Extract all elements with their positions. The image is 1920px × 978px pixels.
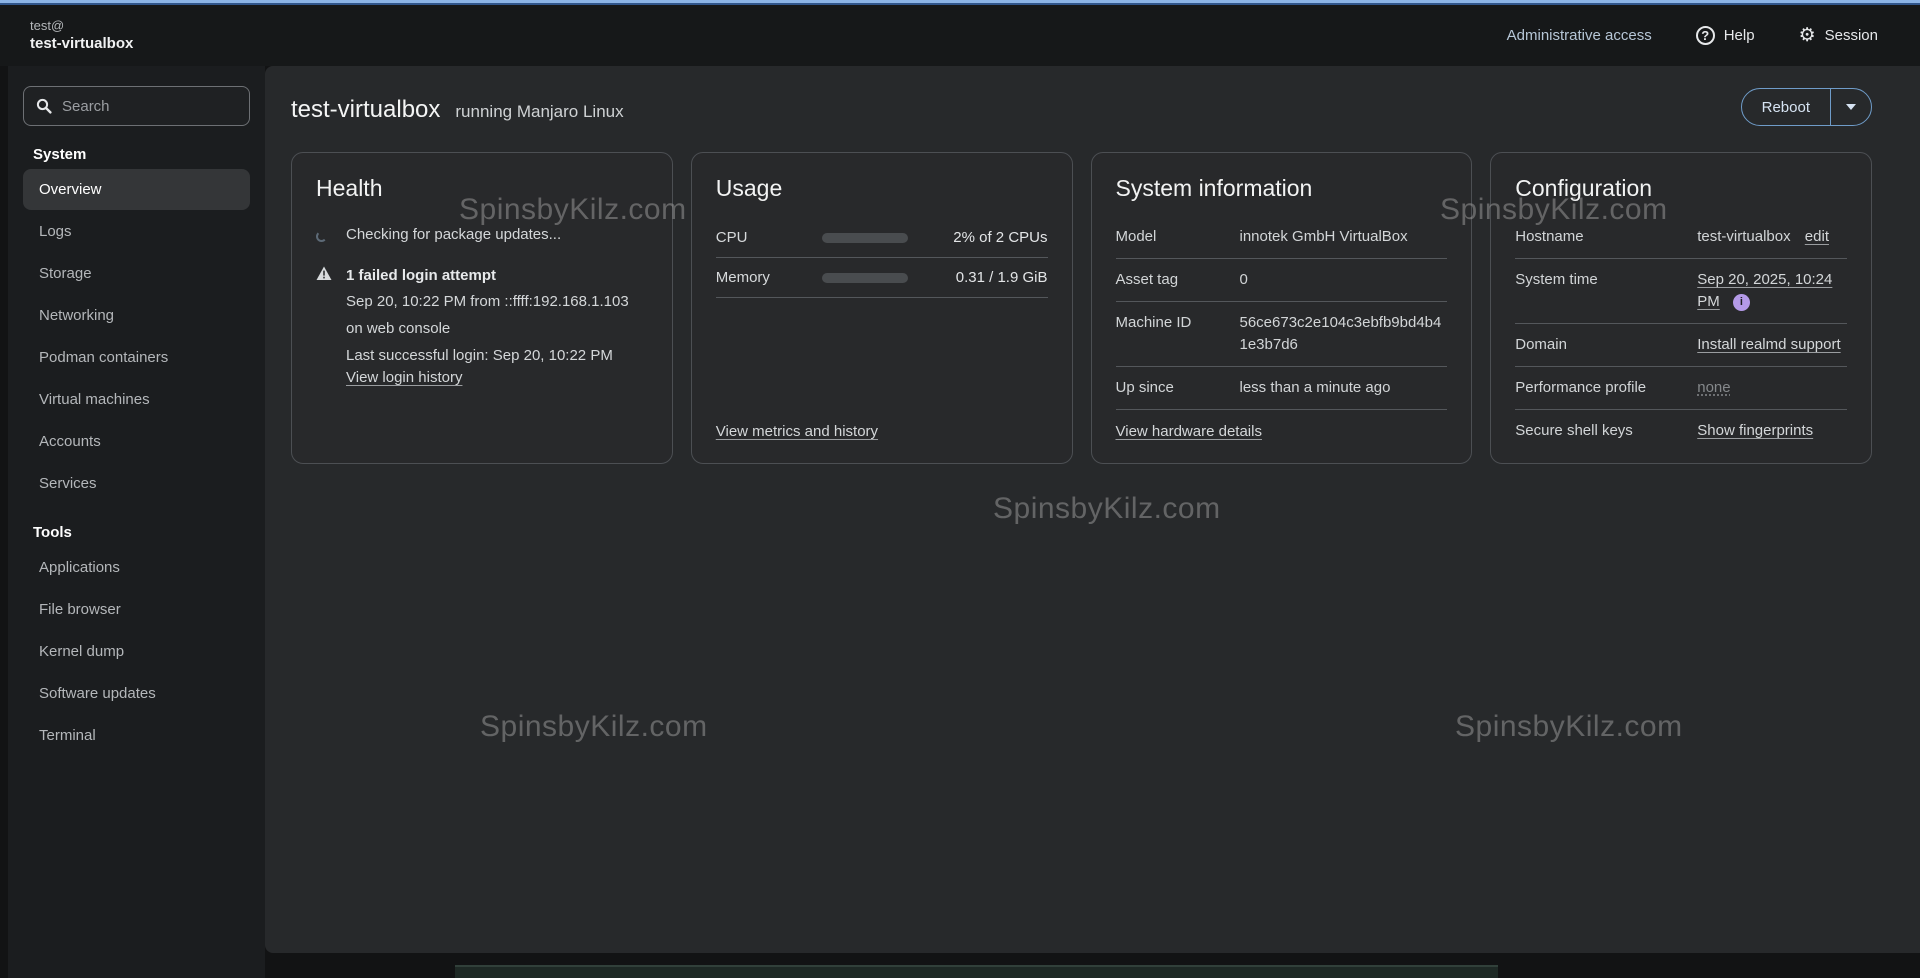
masthead-utilities: Administrative access ? Help ⚙ Session xyxy=(1507,26,1878,45)
sidebar-item-software-updates[interactable]: Software updates xyxy=(23,673,250,714)
nav-heading-tools: Tools xyxy=(33,524,240,541)
sidebar-item-overview[interactable]: Overview xyxy=(23,169,250,210)
cpu-usage-row: CPU 2% of 2 CPUs xyxy=(716,218,1048,258)
memory-progress-bar xyxy=(822,273,908,283)
alert-title: 1 failed login attempt xyxy=(346,264,648,288)
sidebar-item-storage[interactable]: Storage xyxy=(23,253,250,294)
view-hardware-details-link[interactable]: View hardware details xyxy=(1116,423,1262,440)
sidebar-item-networking[interactable]: Networking xyxy=(23,295,250,336)
info-icon[interactable]: i xyxy=(1733,294,1750,311)
help-menu[interactable]: ? Help xyxy=(1696,26,1755,45)
sidebar-item-terminal[interactable]: Terminal xyxy=(23,715,250,756)
gear-icon: ⚙ xyxy=(1799,26,1816,45)
sidebar-item-podman-containers[interactable]: Podman containers xyxy=(23,337,250,378)
search-icon xyxy=(36,98,52,114)
configuration-card: Configuration Hostname test-virtualbox e… xyxy=(1490,152,1872,464)
configuration-table: Hostname test-virtualbox edit System tim… xyxy=(1515,216,1847,452)
usage-rows: CPU 2% of 2 CPUs Memory 0.31 / 1.9 GiB xyxy=(716,218,1048,298)
sidebar-item-kernel-dump[interactable]: Kernel dump xyxy=(23,631,250,672)
performance-profile-value[interactable]: none xyxy=(1697,379,1730,396)
alert-last-login-line: Last successful login: Sep 20, 10:22 PM xyxy=(346,342,648,369)
administrative-access-button[interactable]: Administrative access xyxy=(1507,27,1652,44)
edit-hostname-link[interactable]: edit xyxy=(1805,228,1829,245)
nav-heading-system: System xyxy=(33,146,240,163)
sidebar-item-services[interactable]: Services xyxy=(23,463,250,504)
failed-login-alert: 1 failed login attempt Sep 20, 10:22 PM … xyxy=(316,264,648,386)
machine-id-row: Machine ID 56ce673c2e104c3ebfb9bd4b41e3b… xyxy=(1116,302,1448,367)
view-login-history-link[interactable]: View login history xyxy=(346,369,462,386)
help-icon: ? xyxy=(1696,26,1715,45)
sidebar-item-file-browser[interactable]: File browser xyxy=(23,589,250,630)
reboot-dropdown-toggle[interactable] xyxy=(1830,89,1871,125)
secure-shell-keys-row: Secure shell keys Show fingerprints xyxy=(1515,410,1847,452)
logged-in-user: test@ xyxy=(30,17,133,34)
alert-body: 1 failed login attempt Sep 20, 10:22 PM … xyxy=(346,264,648,386)
domain-row: Domain Install realmd support xyxy=(1515,324,1847,367)
health-checking-text: Checking for package updates... xyxy=(346,226,561,246)
sidebar-item-accounts[interactable]: Accounts xyxy=(23,421,250,462)
health-checking-row: Checking for package updates... xyxy=(316,226,648,246)
reboot-split-button: Reboot xyxy=(1741,88,1872,126)
page-status: running Manjaro Linux xyxy=(455,102,623,122)
reboot-button[interactable]: Reboot xyxy=(1742,89,1830,125)
up-since-row: Up since less than a minute ago xyxy=(1116,367,1448,410)
page-title: test-virtualbox xyxy=(291,96,440,124)
install-realmd-link[interactable]: Install realmd support xyxy=(1697,336,1840,353)
sidebar: System Overview Logs Storage Networking … xyxy=(8,66,265,978)
warning-icon xyxy=(316,264,334,386)
alert-detail-line: Sep 20, 10:22 PM from ::ffff:192.168.1.1… xyxy=(346,288,648,342)
cpu-value: 2% of 2 CPUs xyxy=(908,229,1048,246)
usage-card: Usage CPU 2% of 2 CPUs Memory 0.31 / 1.9… xyxy=(691,152,1073,464)
system-info-table: Model innotek GmbH VirtualBox Asset tag … xyxy=(1116,216,1448,410)
memory-usage-row: Memory 0.31 / 1.9 GiB xyxy=(716,258,1048,298)
performance-profile-row: Performance profile none xyxy=(1515,367,1847,410)
page-header: test-virtualbox running Manjaro Linux Re… xyxy=(265,66,1920,124)
search-input[interactable] xyxy=(62,98,237,115)
help-label: Help xyxy=(1724,27,1755,44)
asset-tag-row: Asset tag 0 xyxy=(1116,259,1448,302)
masthead: test@ test-virtualbox Administrative acc… xyxy=(0,5,1920,66)
sidebar-search[interactable] xyxy=(23,86,250,126)
cpu-progress-bar xyxy=(822,233,908,243)
memory-value: 0.31 / 1.9 GiB xyxy=(908,269,1048,286)
brand: test@ test-virtualbox xyxy=(30,17,133,54)
session-label: Session xyxy=(1825,27,1878,44)
model-row: Model innotek GmbH VirtualBox xyxy=(1116,216,1448,259)
system-time-row: System time Sep 20, 2025, 10:24 PM i xyxy=(1515,259,1847,324)
system-information-card: System information Model innotek GmbH Vi… xyxy=(1091,152,1473,464)
session-menu[interactable]: ⚙ Session xyxy=(1799,26,1878,45)
hostname-row: Hostname test-virtualbox edit xyxy=(1515,216,1847,259)
cpu-label: CPU xyxy=(716,229,822,246)
spinner-icon xyxy=(316,226,334,246)
main-panel: test-virtualbox running Manjaro Linux Re… xyxy=(265,66,1920,953)
brand-hostname: test-virtualbox xyxy=(30,34,133,54)
sidebar-item-virtual-machines[interactable]: Virtual machines xyxy=(23,379,250,420)
view-metrics-link[interactable]: View metrics and history xyxy=(716,423,878,440)
system-info-card-title: System information xyxy=(1116,175,1448,202)
health-card-title: Health xyxy=(316,175,648,202)
sidebar-item-logs[interactable]: Logs xyxy=(23,211,250,252)
system-time-link[interactable]: Sep 20, 2025, 10:24 PM xyxy=(1697,271,1832,310)
configuration-card-title: Configuration xyxy=(1515,175,1847,202)
overview-cards: Health Checking for package updates... 1… xyxy=(291,152,1872,464)
chevron-down-icon xyxy=(1846,104,1856,110)
usage-card-title: Usage xyxy=(716,175,1048,202)
hostname-value: test-virtualbox xyxy=(1697,228,1790,245)
background-window-edge xyxy=(455,965,1498,978)
sidebar-item-applications[interactable]: Applications xyxy=(23,547,250,588)
show-fingerprints-link[interactable]: Show fingerprints xyxy=(1697,422,1813,439)
memory-label: Memory xyxy=(716,269,822,286)
health-card: Health Checking for package updates... 1… xyxy=(291,152,673,464)
